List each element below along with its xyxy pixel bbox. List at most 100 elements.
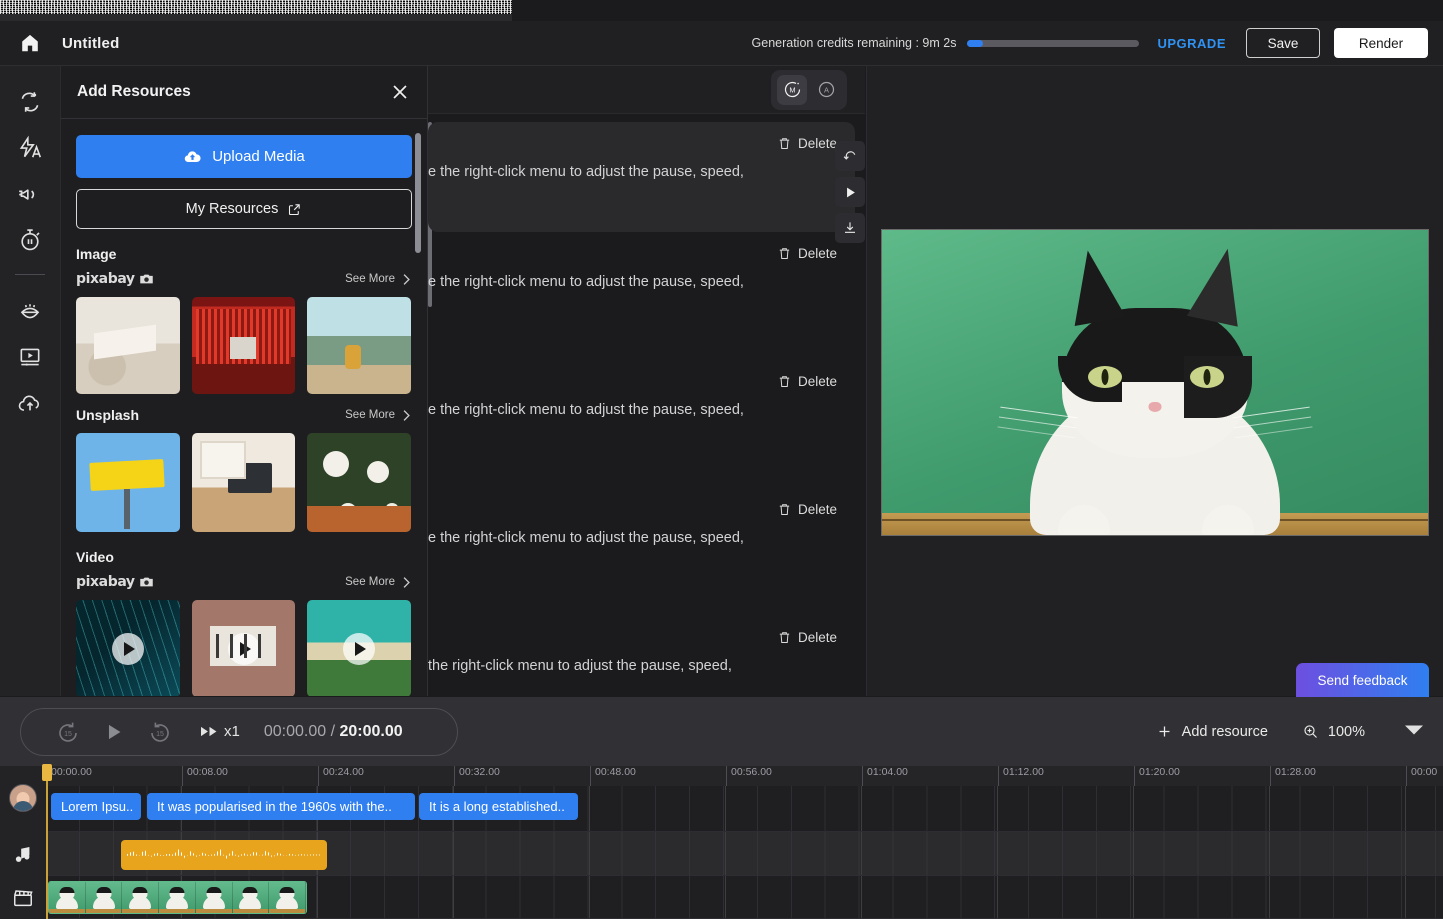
chevron-right-icon	[402, 409, 411, 422]
panel-body: Upload Media My Resources Image pixabay	[61, 119, 427, 696]
playhead[interactable]	[46, 766, 48, 919]
sidebar-item-pause[interactable]	[8, 218, 52, 262]
upgrade-link[interactable]: UPGRADE	[1157, 36, 1226, 51]
delete-button[interactable]: Delete	[428, 374, 837, 389]
thumbnail-home-office-photo[interactable]	[192, 433, 296, 532]
download-icon	[842, 220, 858, 236]
sidebar-item-rewrite[interactable]	[8, 80, 52, 124]
playback-speed-button[interactable]: x1	[201, 723, 240, 740]
delete-button[interactable]: Delete	[428, 502, 837, 517]
thumbnail-white-flowers-photo[interactable]	[307, 433, 411, 532]
audio-track[interactable]	[46, 832, 1443, 876]
send-feedback-button[interactable]: Send feedback	[1296, 663, 1429, 697]
play-overlay-icon	[112, 633, 144, 665]
see-more-image[interactable]: See More	[345, 273, 411, 286]
thumbnail-desk-and-laptop-photo[interactable]	[76, 297, 180, 394]
panel-scrollbar[interactable]	[415, 133, 421, 253]
cat-paw-left	[1058, 505, 1110, 535]
video-thumb-frame	[159, 882, 196, 913]
thumbnail-mountain-hiker-photo[interactable]	[307, 297, 411, 394]
script-card[interactable]: Delete e the right-click menu to adjust …	[428, 122, 855, 232]
thumbnail-wall-panel-video[interactable]	[192, 600, 296, 696]
delete-button[interactable]: Delete	[428, 136, 837, 151]
auto-mode-icon: A	[816, 79, 837, 100]
section-title-image: Image	[76, 246, 411, 262]
credits-progress-bar	[967, 40, 1139, 47]
video-preview-pane: Send feedback	[866, 66, 1443, 696]
gutter-audio-track[interactable]	[0, 832, 46, 876]
unsplash-logo: Unsplash	[76, 407, 139, 423]
left-tool-rail	[0, 66, 61, 696]
script-card[interactable]: Delete e the right-click menu to adjust …	[428, 232, 855, 360]
save-button[interactable]: Save	[1246, 28, 1320, 58]
upload-media-button[interactable]: Upload Media	[76, 135, 412, 178]
download-button[interactable]	[835, 213, 865, 243]
text-clip[interactable]: It is a long established..	[419, 793, 578, 820]
thumbnail-mailchimp-billboard-photo[interactable]	[76, 433, 180, 532]
audio-clip[interactable]	[121, 840, 327, 870]
upload-media-label: Upload Media	[212, 148, 305, 165]
video-track[interactable]	[46, 876, 1443, 919]
video-thumb-frame	[86, 882, 123, 913]
section-title-video: Video	[76, 549, 411, 565]
trash-icon	[777, 630, 792, 645]
text-track[interactable]: Lorem Ipsu.. It was popularised in the 1…	[46, 786, 1443, 832]
play-pause-button[interactable]	[91, 712, 137, 752]
sidebar-item-text-effects[interactable]	[8, 126, 52, 170]
gutter-video-track[interactable]	[0, 876, 46, 919]
delete-button[interactable]: Delete	[428, 630, 837, 645]
media-icon	[17, 344, 43, 370]
timeline-options-button[interactable]	[1405, 723, 1423, 741]
voice-icon	[17, 181, 43, 207]
sidebar-item-media[interactable]	[8, 335, 52, 379]
forward-15-button[interactable]: 15	[137, 712, 183, 752]
play-button[interactable]	[835, 177, 865, 207]
text-clip[interactable]: It was popularised in the 1960s with the…	[147, 793, 415, 820]
render-button[interactable]: Render	[1334, 28, 1428, 58]
video-preview-frame[interactable]	[881, 229, 1429, 536]
thumbnail-aerial-beach-video[interactable]	[307, 600, 411, 696]
script-column-header: M A	[428, 66, 865, 114]
add-resource-button[interactable]: Add resource	[1156, 723, 1268, 740]
add-resource-label: Add resource	[1182, 724, 1268, 740]
script-card[interactable]: Delete e the right-click menu to adjust …	[428, 360, 855, 488]
my-resources-label: My Resources	[186, 201, 279, 217]
zoom-control[interactable]: 100%	[1302, 723, 1365, 740]
sidebar-item-lip-sync[interactable]	[8, 289, 52, 333]
regenerate-button[interactable]	[835, 141, 865, 171]
ruler-tick: 00:00	[1406, 766, 1437, 786]
svg-text:15: 15	[64, 731, 72, 738]
text-clip[interactable]: Lorem Ipsu..	[51, 793, 141, 820]
sidebar-item-voice[interactable]	[8, 172, 52, 216]
top-bar-right-group: Generation credits remaining : 9m 2s UPG…	[752, 28, 1443, 58]
video-clip[interactable]	[48, 881, 307, 914]
delete-button[interactable]: Delete	[428, 246, 837, 261]
timeline-ruler[interactable]: 00:00.00 00:08.00 00:24.00 00:32.00 00:4…	[46, 766, 1443, 786]
gutter-text-track[interactable]	[0, 776, 46, 820]
see-more-unsplash[interactable]: See More	[345, 409, 411, 422]
cat-paw-right	[1202, 505, 1254, 535]
upload-icon	[17, 390, 43, 416]
timeline: 00:00.00 00:08.00 00:24.00 00:32.00 00:4…	[0, 766, 1443, 919]
my-resources-button[interactable]: My Resources	[76, 189, 412, 229]
auto-mode-button[interactable]: A	[811, 75, 841, 105]
ruler-tick: 01:28.00	[1270, 766, 1316, 786]
script-card[interactable]: Delete the right-click menu to adjust th…	[428, 616, 855, 696]
home-button[interactable]	[8, 32, 52, 54]
script-card[interactable]: Delete e the right-click menu to adjust …	[428, 488, 855, 616]
video-thumb-frame	[196, 882, 233, 913]
video-thumb-frame	[269, 882, 306, 913]
thumbnail-red-theatre-photo[interactable]	[192, 297, 296, 394]
close-panel-button[interactable]	[389, 81, 411, 103]
thumbnail-tech-network-video[interactable]	[76, 600, 180, 696]
see-more-video[interactable]: See More	[345, 576, 411, 589]
sidebar-item-upload[interactable]	[8, 381, 52, 425]
rewind-15-button[interactable]: 15	[45, 712, 91, 752]
project-title: Untitled	[62, 35, 119, 52]
manual-mode-button[interactable]: M	[777, 75, 807, 105]
pixabay-logo: pixabay	[76, 271, 154, 287]
delete-label: Delete	[798, 246, 837, 261]
zoom-in-icon	[1302, 723, 1319, 740]
clapperboard-icon	[12, 887, 34, 909]
delete-label: Delete	[798, 502, 837, 517]
